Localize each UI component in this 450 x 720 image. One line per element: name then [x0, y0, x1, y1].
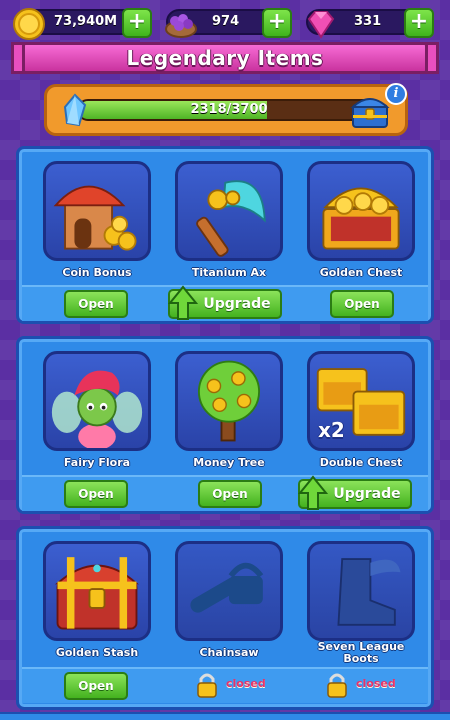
- multiplier-badge: x2: [318, 418, 345, 442]
- add-coins-button[interactable]: +: [122, 8, 152, 38]
- titanium-ax-tile[interactable]: [175, 161, 283, 261]
- chainsaw-tile[interactable]: [175, 541, 283, 641]
- crystal-icon: [63, 93, 87, 127]
- fairy-flora-tile[interactable]: [43, 351, 151, 451]
- grape-value: 974: [212, 14, 240, 29]
- banner-left-ribbon: [11, 42, 25, 74]
- item-label: Golden Chest: [319, 266, 403, 279]
- item-label: Titanium Ax: [191, 266, 267, 279]
- open-coin-bonus-button[interactable]: Open: [64, 290, 128, 318]
- open-golden-stash-button[interactable]: Open: [64, 672, 128, 700]
- item-label: Golden Stash: [55, 646, 139, 659]
- closed-label: closed: [226, 677, 266, 690]
- grape-counter: 974 +: [165, 8, 292, 38]
- open-golden-chest-button[interactable]: Open: [330, 290, 394, 318]
- coin-value: 73,940M: [54, 14, 118, 29]
- items-section-1: Coin Bonus Titanium Ax Golden Chest Open…: [16, 146, 434, 324]
- padlock-icon: [197, 673, 217, 698]
- button-strip: Open Open Upgrade: [22, 475, 428, 511]
- upgrade-arrow-icon: [298, 475, 328, 510]
- grapes-icon: [165, 14, 197, 38]
- golden-chest-tile[interactable]: [307, 161, 415, 261]
- collection-progress-panel: 2318/3700 i: [44, 83, 408, 136]
- padlock-icon: [327, 673, 347, 698]
- coin-bonus-tile[interactable]: [43, 161, 151, 261]
- item-label: Money Tree: [193, 456, 265, 469]
- item-label: Double Chest: [319, 456, 403, 469]
- upgrade-label: Upgrade: [333, 486, 401, 502]
- upgrade-double-chest-button[interactable]: Upgrade: [298, 475, 412, 510]
- banner-right-ribbon: [425, 42, 439, 74]
- gem-icon: [307, 11, 335, 39]
- next-section-edge: [0, 712, 450, 720]
- boots-icon: [337, 558, 401, 626]
- gem-value: 331: [354, 14, 382, 29]
- open-money-tree-button[interactable]: Open: [198, 480, 262, 508]
- seven-league-boots-tile[interactable]: [307, 541, 415, 641]
- title-banner: Legendary Items: [11, 42, 439, 74]
- chainsaw-locked-status: closed: [190, 671, 300, 699]
- button-strip: Open closed closed: [22, 667, 428, 703]
- coin-bonus-icon: [53, 185, 137, 251]
- coin-counter: 73,940M +: [13, 8, 152, 40]
- double-chest-tile[interactable]: x2: [307, 351, 415, 451]
- titanium-ax-icon: [196, 180, 266, 257]
- page-title: Legendary Items: [126, 46, 324, 70]
- items-section-2: x2 Fairy Flora Money Tree Double Chest O…: [16, 336, 434, 514]
- add-grapes-button[interactable]: +: [262, 8, 292, 38]
- boots-locked-status: closed: [320, 671, 430, 699]
- info-button[interactable]: i: [385, 83, 407, 105]
- items-section-3: Golden Stash Chainsaw Seven League Boots…: [16, 526, 434, 710]
- open-fairy-flora-button[interactable]: Open: [64, 480, 128, 508]
- resource-bar: 73,940M + 974 + 331 +: [0, 0, 450, 44]
- money-tree-icon: [197, 360, 261, 442]
- progress-text: 2318/3700: [190, 102, 268, 117]
- progress-bar: 2318/3700: [77, 99, 381, 121]
- gem-counter: 331 +: [306, 8, 434, 39]
- golden-chest-icon: [322, 187, 400, 250]
- fairy-flora-icon: [51, 370, 143, 448]
- upgrade-arrow-icon: [168, 285, 198, 320]
- item-label: Seven League Boots: [317, 640, 405, 665]
- item-label: Fairy Flora: [63, 456, 131, 469]
- item-label: Coin Bonus: [62, 266, 132, 279]
- button-strip: Open Upgrade Open: [22, 285, 428, 321]
- upgrade-titanium-ax-button[interactable]: Upgrade: [168, 285, 282, 320]
- closed-label: closed: [356, 677, 396, 690]
- golden-stash-tile[interactable]: [43, 541, 151, 641]
- item-label: Chainsaw: [199, 646, 259, 659]
- chainsaw-icon: [190, 562, 264, 613]
- coin-icon: [13, 8, 45, 40]
- upgrade-label: Upgrade: [203, 296, 271, 312]
- golden-stash-icon: [55, 557, 139, 630]
- money-tree-tile[interactable]: [175, 351, 283, 451]
- add-gems-button[interactable]: +: [404, 8, 434, 38]
